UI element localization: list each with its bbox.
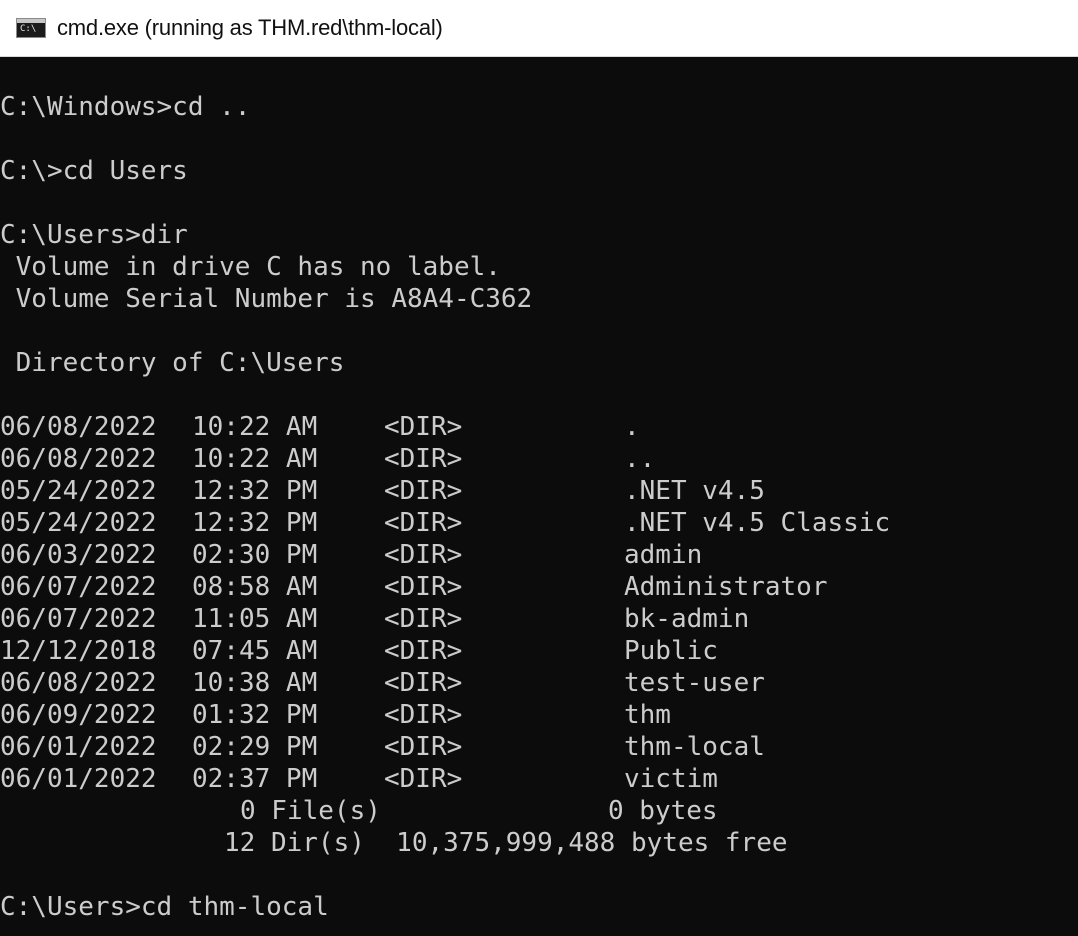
files-summary-line: 0 File(s) 0 bytes: [0, 795, 1078, 827]
console-command: C:\Users>dir: [0, 220, 188, 250]
files-count: 0 File(s): [240, 796, 381, 826]
directory-entry-row: 06/07/2022 08:58 AM <DIR> Administrator: [0, 571, 1078, 603]
console-command: C:\Users>cd thm-local: [0, 892, 329, 922]
entry-type: <DIR>: [384, 508, 463, 538]
entry-type: <DIR>: [384, 636, 463, 666]
entry-name: admin: [624, 540, 703, 570]
entry-name: victim: [624, 764, 718, 794]
entry-time: 02:29 PM: [192, 732, 318, 762]
entry-date: 06/08/2022: [0, 668, 157, 698]
entry-type: <DIR>: [384, 412, 463, 442]
entry-name: ..: [624, 444, 656, 474]
console-command: C:\Windows>cd ..: [0, 92, 251, 122]
entry-date: 06/09/2022: [0, 700, 157, 730]
directory-entry-row: 06/08/2022 10:22 AM <DIR>..: [0, 443, 1078, 475]
entry-date: 06/08/2022: [0, 444, 157, 474]
entry-time: 01:32 PM: [192, 700, 318, 730]
entry-date: 06/07/2022: [0, 604, 157, 634]
entry-time: 10:22 AM: [192, 412, 318, 442]
entry-time: 08:58 AM: [192, 572, 318, 602]
entry-time: 11:05 AM: [192, 604, 318, 634]
console-command: C:\>cd Users: [0, 156, 188, 186]
volume-label-line: Volume in drive C has no label.: [0, 252, 501, 282]
dirs-summary-line: 12 Dir(s) 10,375,999,488 bytes free: [0, 827, 1078, 859]
entry-type: <DIR>: [384, 700, 463, 730]
directory-entry-row: 06/08/2022 10:38 AM <DIR> test-user: [0, 667, 1078, 699]
entry-name: .NET v4.5 Classic: [624, 508, 891, 538]
entry-name: test-user: [624, 668, 765, 698]
entry-time: 02:30 PM: [192, 540, 318, 570]
entry-type: <DIR>: [384, 540, 463, 570]
entry-time: 07:45 AM: [192, 636, 318, 666]
title-bar[interactable]: C:\ cmd.exe (running as THM.red\thm-loca…: [0, 0, 1078, 57]
entry-date: 12/12/2018: [0, 636, 157, 666]
entry-name: .NET v4.5: [624, 476, 765, 506]
directory-entry-row: 05/24/2022 12:32 PM <DIR> .NET v4.5 Classic: [0, 507, 1078, 539]
entry-type: <DIR>: [384, 444, 463, 474]
entry-type: <DIR>: [384, 668, 463, 698]
entry-date: 05/24/2022: [0, 476, 157, 506]
entry-date: 06/01/2022: [0, 764, 157, 794]
entry-date: 06/03/2022: [0, 540, 157, 570]
directory-entry-row: 06/03/2022 02:30 PM <DIR> admin: [0, 539, 1078, 571]
entry-time: 12:32 PM: [192, 508, 318, 538]
directory-entry-row: 06/01/2022 02:29 PM <DIR> thm-local: [0, 731, 1078, 763]
directory-entry-row: 06/09/2022 01:32 PM <DIR> thm: [0, 699, 1078, 731]
cmd-window: C:\ cmd.exe (running as THM.red\thm-loca…: [0, 0, 1078, 936]
entry-date: 06/08/2022: [0, 412, 157, 442]
volume-serial-line: Volume Serial Number is A8A4-C362: [0, 284, 533, 314]
files-bytes: 0 bytes: [608, 796, 718, 826]
console-output[interactable]: C:\Windows>cd .. C:\>cd Users C:\Users>d…: [0, 57, 1078, 936]
directory-entry-row: 06/08/2022 10:22 AM <DIR>.: [0, 411, 1078, 443]
entry-type: <DIR>: [384, 764, 463, 794]
entry-name: .: [624, 412, 640, 442]
directory-entry-row: 05/24/2022 12:32 PM <DIR> .NET v4.5: [0, 475, 1078, 507]
directory-entry-row: 12/12/2018 07:45 AM <DIR> Public: [0, 635, 1078, 667]
entry-name: thm: [624, 700, 671, 730]
entry-date: 06/01/2022: [0, 732, 157, 762]
directory-listing: 06/08/2022 10:22 AM <DIR>. 06/08/2022 10:22 …: [0, 411, 1078, 795]
entry-date: 06/07/2022: [0, 572, 157, 602]
entry-time: 10:38 AM: [192, 668, 318, 698]
window-title: cmd.exe (running as THM.red\thm-local): [57, 15, 443, 40]
entry-time: 10:22 AM: [192, 444, 318, 474]
entry-name: Administrator: [624, 572, 828, 602]
entry-time: 12:32 PM: [192, 476, 318, 506]
entry-name: Public: [624, 636, 718, 666]
entry-type: <DIR>: [384, 572, 463, 602]
entry-type: <DIR>: [384, 604, 463, 634]
directory-entry-row: 06/07/2022 11:05 AM <DIR> bk-admin: [0, 603, 1078, 635]
dirs-free-space: 12 Dir(s) 10,375,999,488 bytes free: [224, 828, 788, 858]
entry-type: <DIR>: [384, 476, 463, 506]
cmd-app-icon: C:\: [16, 18, 46, 38]
entry-name: bk-admin: [624, 604, 750, 634]
entry-name: thm-local: [624, 732, 765, 762]
entry-date: 05/24/2022: [0, 508, 157, 538]
entry-time: 02:37 PM: [192, 764, 318, 794]
directory-of-line: Directory of C:\Users: [0, 348, 345, 378]
entry-type: <DIR>: [384, 732, 463, 762]
directory-entry-row: 06/01/2022 02:37 PM <DIR> victim: [0, 763, 1078, 795]
cmd-icon-glyph: C:\: [20, 24, 37, 34]
